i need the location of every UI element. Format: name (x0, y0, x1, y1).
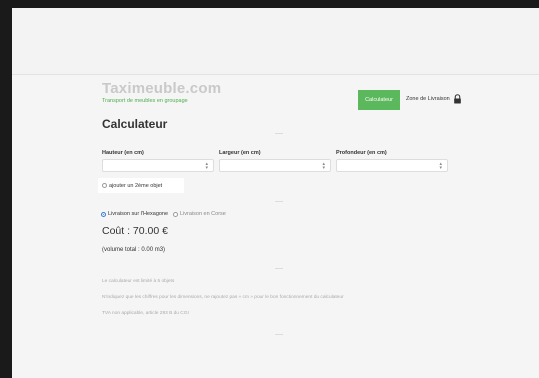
largeur-label: Largeur (en cm) (219, 150, 261, 156)
select-arrows-icon: ▴ ▾ (322, 161, 325, 171)
brand-tagline: Transport de meubles en groupage (102, 98, 188, 104)
shipping-option-corse[interactable]: Livraison en Corse (173, 211, 226, 217)
corse-radio[interactable] (173, 211, 178, 217)
note-limit: Le calculateur est limité à 5 objets (102, 279, 175, 284)
divider (275, 201, 283, 202)
note-tva: TVA non applicable, article 293 B du CGI (102, 311, 189, 316)
top-band (12, 8, 539, 74)
page-title: Calculateur (102, 117, 168, 131)
profondeur-label: Profondeur (en cm) (336, 150, 387, 156)
header-divider (12, 74, 539, 75)
corse-label: Livraison en Corse (180, 211, 226, 217)
largeur-select[interactable]: ▴ ▾ (219, 159, 331, 172)
hexagone-label: Livraison sur l'Hexagone (108, 211, 169, 217)
divider (275, 334, 283, 335)
nav-calculator-button[interactable]: Calculateur (358, 90, 400, 110)
add-second-object[interactable]: ajouter un 2ème objet (98, 178, 184, 193)
cost-value: Coût : 70.00 € (102, 225, 168, 237)
add-object-label: ajouter un 2ème objet (109, 182, 163, 189)
select-arrows-icon: ▴ ▾ (439, 161, 442, 171)
divider (275, 268, 283, 269)
add-object-radio[interactable] (102, 183, 107, 188)
hexagone-radio[interactable] (101, 211, 106, 217)
hauteur-select[interactable]: ▴ ▾ (102, 159, 214, 172)
browser-viewport: Taximeuble.com Transport de meubles en g… (12, 8, 539, 378)
shipping-option-hexagone[interactable]: Livraison sur l'Hexagone (101, 211, 168, 217)
brand-logo-text[interactable]: Taximeuble.com (102, 80, 221, 97)
total-volume: (volume total : 0.00 m3) (102, 247, 166, 253)
lock-icon[interactable] (453, 94, 462, 104)
hauteur-label: Hauteur (en cm) (102, 150, 144, 156)
divider (275, 133, 283, 134)
note-digits: N'indiquez que les chiffres pour les dim… (102, 295, 344, 300)
profondeur-select[interactable]: ▴ ▾ (336, 159, 448, 172)
nav-zone-livraison-link[interactable]: Zone de Livraison (406, 96, 450, 102)
select-arrows-icon: ▴ ▾ (205, 161, 208, 171)
